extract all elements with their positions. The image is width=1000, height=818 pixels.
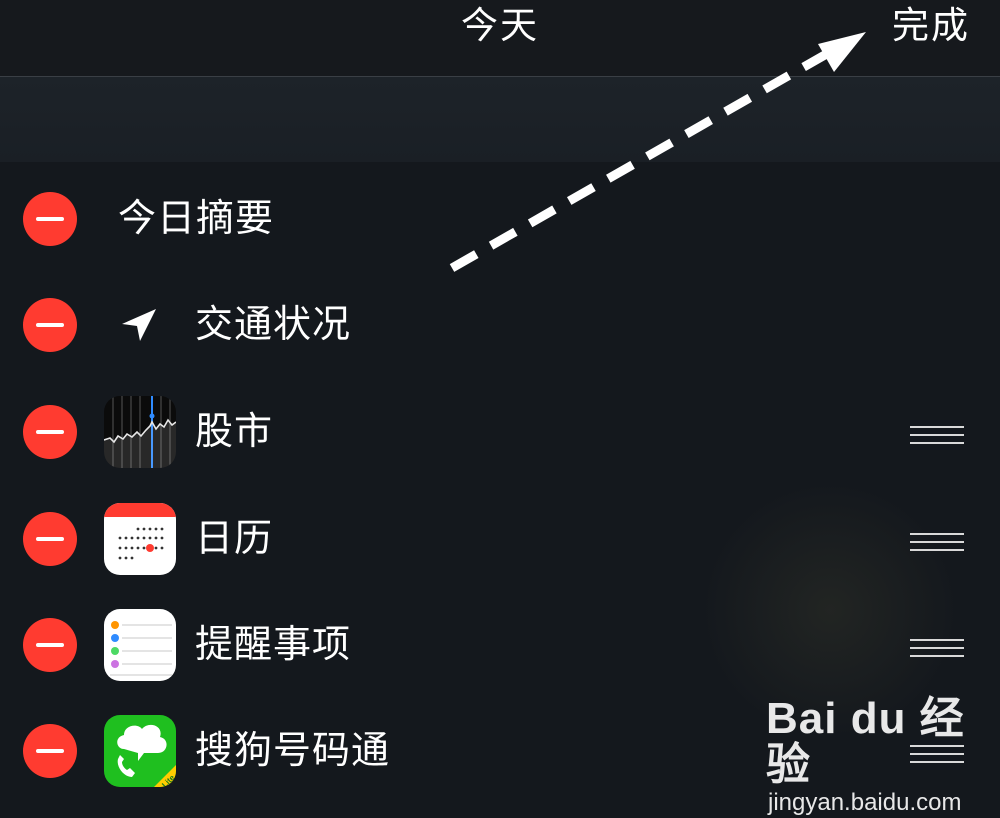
calendar-app-icon	[104, 503, 176, 575]
page-title: 今天	[461, 4, 539, 47]
header-band	[0, 77, 1000, 162]
widget-row-summary: 今日摘要	[0, 165, 1000, 271]
widget-row-traffic: 交通状况	[0, 271, 1000, 377]
stocks-app-icon	[104, 396, 176, 468]
widget-label: 提醒事项	[195, 622, 352, 666]
widget-row-reminders: 提醒事项	[0, 591, 1000, 697]
reminders-app-icon	[104, 609, 176, 681]
widget-row-calendar: 日历	[0, 485, 1000, 591]
delete-button[interactable]	[23, 405, 77, 459]
delete-button[interactable]	[23, 724, 77, 778]
baidu-watermark: Bai du 经验 jingyan.baidu.com	[766, 696, 1000, 818]
delete-button[interactable]	[23, 618, 77, 672]
reorder-handle-icon[interactable]	[910, 639, 964, 659]
widget-label: 今日摘要	[118, 196, 275, 240]
delete-button[interactable]	[23, 192, 77, 246]
top-bar: 今天 完成	[0, 0, 1000, 77]
delete-button[interactable]	[23, 298, 77, 352]
widget-row-stocks: 股市	[0, 378, 1000, 484]
reorder-handle-icon[interactable]	[910, 533, 964, 553]
sogou-haomatong-app-icon: Lite	[104, 715, 176, 787]
widget-label: 日历	[195, 516, 274, 560]
watermark-brand: Bai du 经验	[766, 694, 965, 789]
widget-label: 搜狗号码通	[195, 728, 391, 772]
location-arrow-icon	[122, 309, 156, 341]
widget-label: 股市	[195, 409, 274, 453]
widget-label: 交通状况	[195, 302, 352, 346]
delete-button[interactable]	[23, 512, 77, 566]
reorder-handle-icon[interactable]	[910, 426, 964, 446]
done-button[interactable]: 完成	[892, 4, 970, 48]
watermark-url: jingyan.baidu.com	[768, 789, 962, 816]
